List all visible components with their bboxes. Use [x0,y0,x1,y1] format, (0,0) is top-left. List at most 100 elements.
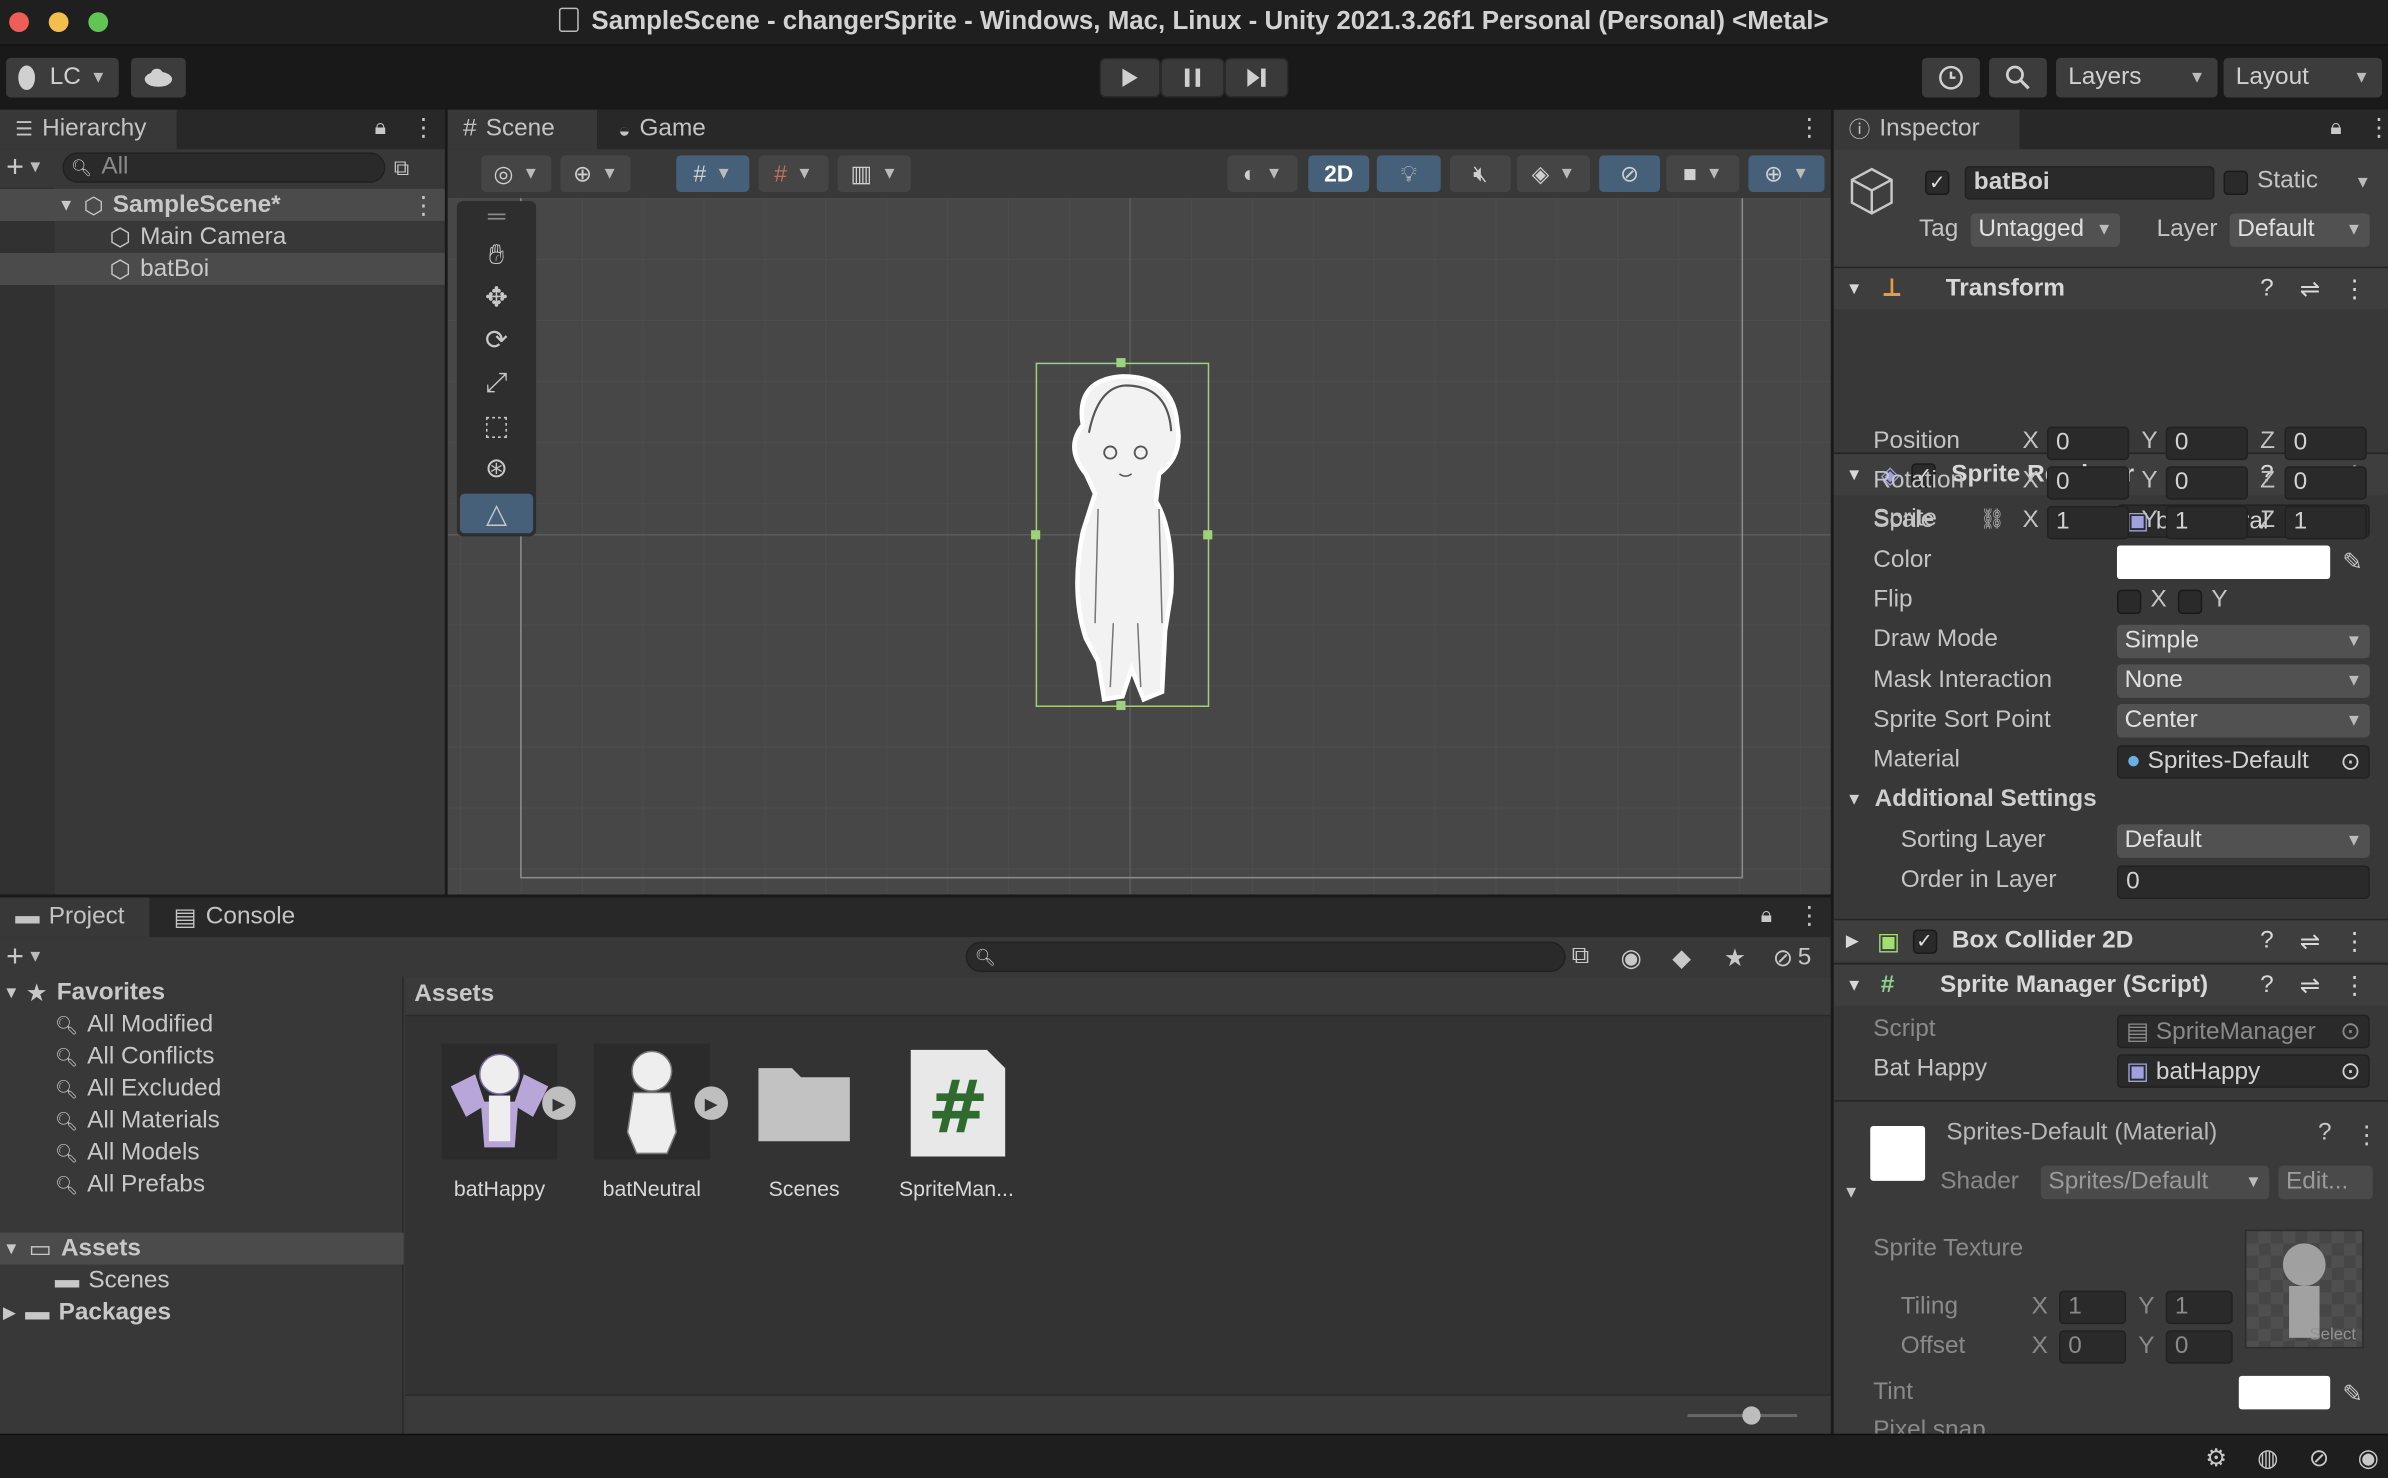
custom-tool[interactable]: △ [459,493,534,534]
hierarchy-search-input[interactable]: 🔍︎ All [61,152,385,183]
favorite-item[interactable]: 🔍︎ All Models [0,1137,396,1169]
toggle-2d-button[interactable]: 2D [1308,155,1370,192]
position-x-input[interactable]: 0 [2046,426,2130,461]
presets-icon[interactable]: ⇌ [2300,274,2320,304]
component-menu-icon[interactable]: ⋮ [2355,1120,2379,1150]
palette-drag-handle[interactable]: ═ [457,201,536,235]
rect-tool[interactable]: ⬚ [460,405,533,445]
favorite-item[interactable]: 🔍︎ All Excluded [0,1073,396,1105]
more-options-icon[interactable]: ⋮ [1797,901,1821,931]
audio-button[interactable]: 🔇︎ [1449,155,1511,192]
select-texture-label[interactable]: Select [2310,1326,2357,1344]
flip-x-checkbox[interactable] [2116,589,2142,615]
draw-mode-button[interactable]: ◎ ▼ [481,155,552,192]
handle-bottom[interactable] [1116,700,1126,711]
collapse-arrow-icon[interactable]: ▼ [1846,280,1863,298]
scenes-folder-row[interactable]: ▬ Scenes [0,1265,170,1297]
static-dropdown-icon[interactable]: ▼ [2355,174,2372,192]
tint-swatch[interactable] [2238,1375,2331,1410]
sort-point-dropdown[interactable]: Center ▼ [2116,703,2370,738]
flip-y-checkbox[interactable] [2177,589,2203,615]
enable-checkbox[interactable]: ✓ [1912,928,1937,954]
gizmos-button[interactable]: ⊕ ▼ [1748,155,1825,192]
camera-button[interactable]: ■ ▼ [1666,155,1740,192]
static-checkbox[interactable] [2223,170,2248,196]
assets-folder-row[interactable]: ▼ ▭ Assets [0,1232,404,1265]
lock-icon[interactable]: 🔒︎ [375,114,386,140]
search-button[interactable] [1989,57,2047,98]
search-window-icon[interactable]: ⧉ [1572,943,1589,970]
tab-game[interactable]: ◒ Game [603,110,740,150]
component-menu-icon[interactable]: ⋮ [2342,926,2366,956]
hierarchy-item-selected[interactable]: ⬡ batBoi [0,252,445,285]
asset-tile[interactable]: # SpriteMan... [892,1041,1020,1201]
mask-interaction-dropdown[interactable]: None ▼ [2116,664,2370,698]
step-button[interactable] [1224,57,1289,98]
expand-sprite-icon[interactable]: ▶ [542,1086,576,1120]
tab-project[interactable]: ▬ Project [0,897,150,938]
favorite-item[interactable]: 🔍︎ All Conflicts [0,1041,396,1073]
move-tool[interactable]: ✥ [460,277,533,317]
project-search-input[interactable]: 🔍︎ [965,941,1566,973]
scale-x-input[interactable]: 1 [2046,505,2130,540]
presets-icon[interactable]: ⇌ [2300,970,2320,1000]
add-icon[interactable]: + [6,939,24,974]
scale-y-input[interactable]: 1 [2165,505,2248,540]
help-icon[interactable]: ? [2260,927,2274,954]
component-menu-icon[interactable]: ⋮ [2342,274,2366,304]
scene-viewport[interactable] [447,198,1831,895]
collapse-arrow-icon[interactable]: ▼ [3,984,20,1002]
scene-row[interactable]: ▼ ⬡ SampleScene* ⋮ [0,188,445,221]
eyedropper-icon[interactable]: ✎ [2342,1379,2362,1409]
edit-shader-button[interactable]: Edit... [2278,1165,2373,1200]
undo-history-button[interactable] [1922,57,1980,98]
collapse-arrow-icon[interactable]: ▼ [1843,1184,1860,1202]
grid-visibility-button[interactable]: # ▼ [758,155,829,192]
rotation-x-input[interactable]: 0 [2046,466,2130,500]
scale-tool[interactable]: ⤢ [460,363,533,403]
bat-happy-field[interactable]: ▣ batHappy ⊙ [2116,1054,2370,1088]
object-name-input[interactable]: batBoi [1964,166,2215,200]
more-options-icon[interactable]: ⋮ [1797,113,1821,143]
favorite-star-icon[interactable]: ★ [1724,943,1746,973]
layers-dropdown[interactable]: Layers ▼ [2056,57,2218,98]
cloud-button[interactable] [130,57,186,98]
help-icon[interactable]: ? [2260,971,2274,998]
more-options-icon[interactable]: ⋮ [2367,113,2388,143]
chevron-down-icon[interactable]: ▼ [27,948,44,966]
additional-settings-foldout[interactable]: ▼ Additional Settings [1846,786,2097,813]
object-picker-icon[interactable]: ⊙ [2340,747,2360,777]
tab-hierarchy[interactable]: ☰ Hierarchy [0,109,177,150]
label-tag-icon[interactable]: ◆ [1672,943,1691,973]
favorite-item[interactable]: 🔍︎ All Modified [0,1009,396,1041]
layout-dropdown[interactable]: Layout ▼ [2223,57,2382,98]
asset-tile[interactable]: ▶ batHappy [436,1041,576,1201]
shading-button[interactable]: ◐ ▼ [1227,155,1298,192]
color-swatch[interactable] [2116,545,2331,580]
add-icon[interactable]: + [6,150,24,185]
chevron-down-icon[interactable]: ▼ [27,158,44,176]
favorite-item[interactable]: 🔍︎ All Materials [0,1105,396,1137]
expand-arrow-icon[interactable]: ▶ [1846,931,1859,951]
lighting-button[interactable]: 💡︎ [1376,155,1441,192]
tab-inspector[interactable]: ⓘ Inspector [1833,109,2020,150]
scene-menu-icon[interactable]: ⋮ [411,190,435,220]
favorite-item[interactable]: 🔍︎ All Prefabs [0,1169,396,1201]
rotation-y-input[interactable]: 0 [2165,466,2248,500]
global-local-button[interactable]: ⊕ ▼ [560,155,631,192]
draw-mode-dropdown[interactable]: Simple ▼ [2116,624,2370,659]
zoom-slider-thumb[interactable] [1742,1406,1761,1425]
scale-z-input[interactable]: 1 [2284,505,2367,540]
rotation-z-input[interactable]: 0 [2284,466,2367,500]
sorting-layer-dropdown[interactable]: Default ▼ [2116,824,2370,858]
collapse-arrow-icon[interactable]: ▼ [58,196,75,214]
account-dropdown[interactable]: LC ▼ [6,57,119,98]
lock-icon[interactable]: 🔒︎ [2330,114,2341,140]
asset-tile[interactable]: Scenes [740,1041,868,1201]
material-field[interactable]: ● Sprites-Default ⊙ [2116,745,2370,779]
lock-icon[interactable]: 🔒︎ [1761,902,1772,928]
handle-top[interactable] [1116,358,1126,368]
eyedropper-icon[interactable]: ✎ [2342,547,2362,577]
layer-dropdown[interactable]: Default ▼ [2229,213,2370,247]
help-icon[interactable]: ? [2260,275,2274,302]
